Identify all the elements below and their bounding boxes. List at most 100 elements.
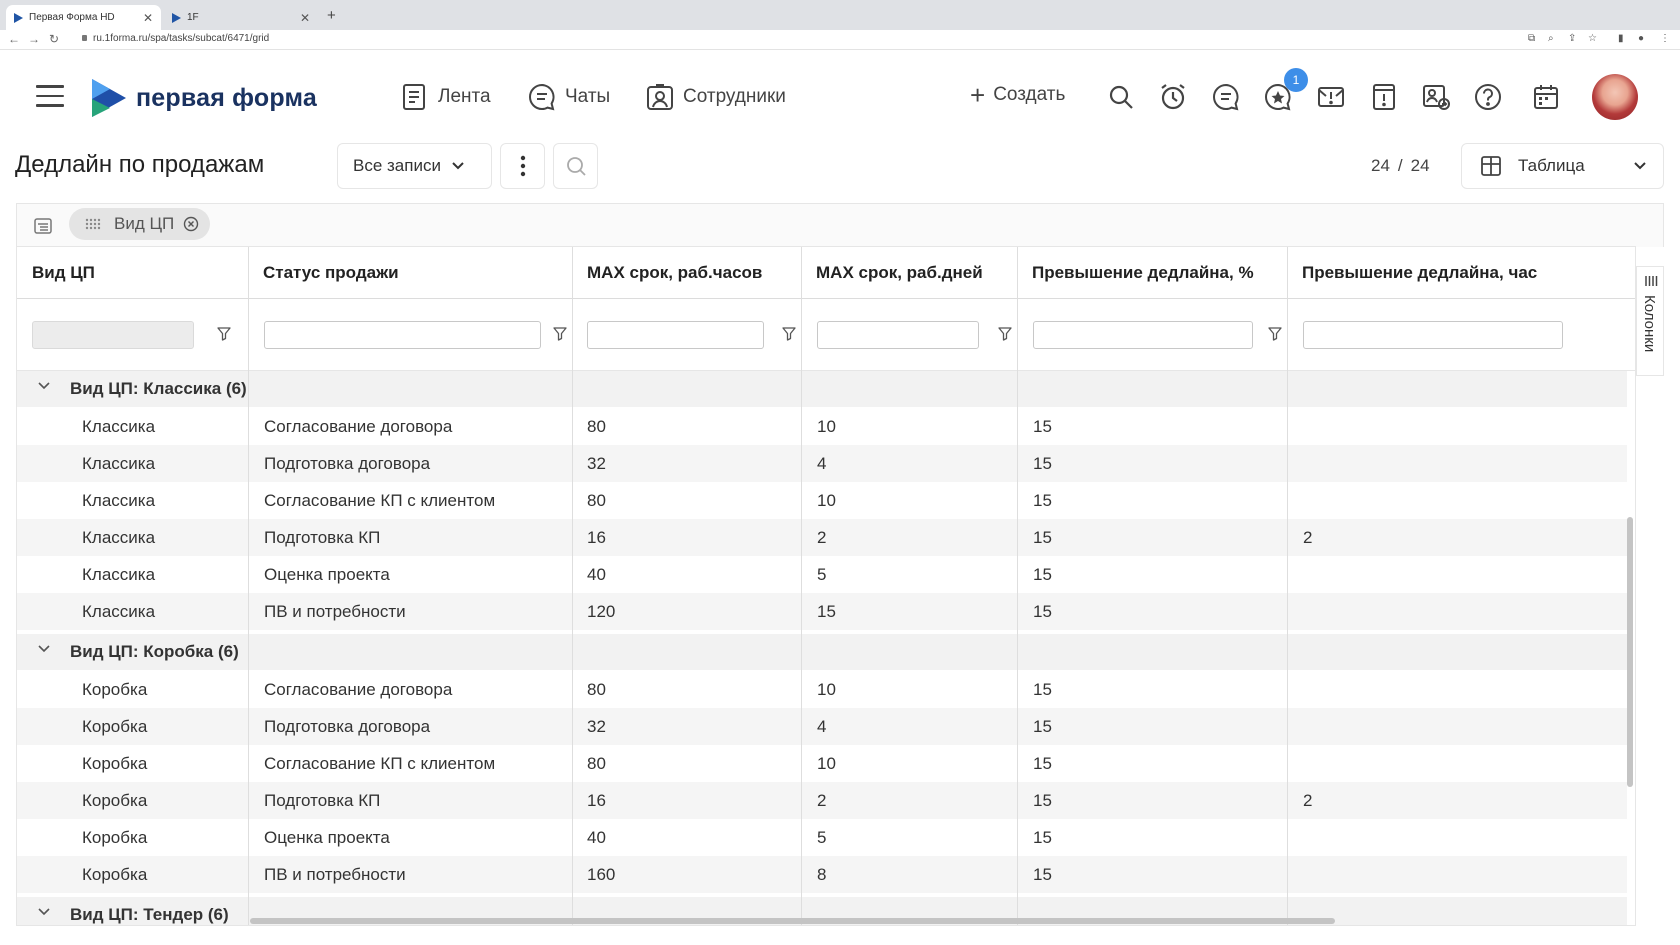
table-cell[interactable]: 8 [817, 856, 1012, 893]
table-cell[interactable]: Подготовка КП [264, 519, 564, 556]
profile-icon[interactable]: ● [1638, 33, 1644, 44]
new-tab-button[interactable]: + [327, 7, 336, 24]
menu-hamburger-icon[interactable] [36, 85, 64, 107]
bookmark-star-icon[interactable]: ☆ [1588, 33, 1597, 44]
table-cell[interactable]: 16 [587, 782, 792, 819]
browser-tab-inactive[interactable]: 1F ✕ [164, 5, 318, 30]
table-cell[interactable]: 80 [587, 408, 792, 445]
filter-input[interactable] [264, 321, 541, 349]
table-cell[interactable]: Классика [82, 408, 242, 445]
chevron-down-icon[interactable] [37, 379, 51, 393]
table-cell[interactable]: 15 [1033, 782, 1273, 819]
table-cell[interactable]: 15 [1033, 556, 1273, 593]
close-tab-icon[interactable]: ✕ [143, 11, 153, 25]
table-cell[interactable] [1303, 445, 1603, 482]
table-cell[interactable]: 10 [817, 482, 1012, 519]
column-header[interactable]: Превышение дедлайна, % [1017, 247, 1287, 299]
table-cell[interactable]: Оценка проекта [264, 556, 564, 593]
remove-circle-icon[interactable] [183, 216, 199, 232]
table-cell[interactable]: Согласование КП с клиентом [264, 482, 564, 519]
horizontal-scrollbar[interactable] [250, 918, 1335, 924]
table-cell[interactable]: 120 [587, 593, 792, 630]
table-cell[interactable]: Коробка [82, 745, 242, 782]
column-header[interactable]: MAX срок, раб.часов [572, 247, 801, 299]
column-header[interactable]: MAX срок, раб.дней [801, 247, 1017, 299]
table-row[interactable]: Классика ПВ и потребности 120 15 15 [17, 593, 1627, 630]
back-icon[interactable]: ← [8, 32, 20, 46]
table-row[interactable]: Классика Согласование КП с клиентом 80 10 15 [17, 482, 1627, 519]
table-cell[interactable]: Коробка [82, 782, 242, 819]
table-cell[interactable]: 15 [1033, 708, 1273, 745]
table-cell[interactable]: ПВ и потребности [264, 856, 564, 893]
nav-chats[interactable]: Чаты [527, 82, 610, 112]
alert-document-icon[interactable] [1369, 82, 1399, 112]
table-cell[interactable]: 15 [1033, 856, 1273, 893]
filter-input[interactable] [1303, 321, 1563, 349]
alarm-clock-icon[interactable] [1158, 82, 1188, 112]
nav-feed[interactable]: Лента [400, 82, 491, 112]
table-cell[interactable]: 32 [587, 445, 792, 482]
table-row[interactable]: Классика Оценка проекта 40 5 15 [17, 556, 1627, 593]
table-cell[interactable]: 2 [817, 782, 1012, 819]
table-cell[interactable]: 15 [1033, 519, 1273, 556]
mail-alert-icon[interactable] [1316, 82, 1346, 112]
nav-employees[interactable]: Сотрудники [645, 82, 786, 112]
table-cell[interactable] [1303, 819, 1603, 856]
table-cell[interactable]: 10 [817, 408, 1012, 445]
table-row[interactable]: Коробка Согласование договора 80 10 15 [17, 671, 1627, 708]
table-cell[interactable] [1303, 556, 1603, 593]
column-header[interactable]: Статус продажи [248, 247, 572, 299]
logo[interactable]: первая форма [90, 79, 317, 117]
close-tab-icon[interactable]: ✕ [300, 11, 310, 25]
filter-input[interactable] [1033, 321, 1253, 349]
table-cell[interactable]: 80 [587, 745, 792, 782]
grid-search-button[interactable] [553, 143, 598, 189]
table-cell[interactable] [1303, 482, 1603, 519]
table-cell[interactable]: 80 [587, 671, 792, 708]
table-cell[interactable]: Коробка [82, 671, 242, 708]
table-cell[interactable]: ПВ и потребности [264, 593, 564, 630]
table-row[interactable]: Коробка Подготовка КП 16 2 15 2 [17, 782, 1627, 819]
table-cell[interactable]: Согласование договора [264, 671, 564, 708]
filter-input[interactable] [587, 321, 764, 349]
table-cell[interactable]: Оценка проекта [264, 819, 564, 856]
drag-handle-icon[interactable] [85, 217, 101, 231]
table-cell[interactable]: Коробка [82, 856, 242, 893]
browser-menu-icon[interactable]: ⋮ [1660, 33, 1670, 44]
table-cell[interactable] [1303, 745, 1603, 782]
table-cell[interactable]: 15 [1033, 408, 1273, 445]
table-cell[interactable]: Подготовка договора [264, 708, 564, 745]
table-cell[interactable]: 4 [817, 708, 1012, 745]
table-cell[interactable] [1303, 856, 1603, 893]
group-chip[interactable]: Вид ЦП [69, 208, 210, 240]
share-icon[interactable]: ⇪ [1568, 33, 1576, 44]
table-row[interactable]: Коробка Подготовка договора 32 4 15 [17, 708, 1627, 745]
table-cell[interactable]: 15 [1033, 671, 1273, 708]
user-transfer-icon[interactable] [1421, 82, 1451, 112]
reload-icon[interactable]: ↻ [49, 32, 59, 46]
table-cell[interactable] [1303, 593, 1603, 630]
sidebar-icon[interactable]: ▮ [1618, 33, 1624, 44]
table-cell[interactable]: Подготовка КП [264, 782, 564, 819]
create-button[interactable]: + Создать [970, 82, 1065, 108]
table-cell[interactable]: Согласование договора [264, 408, 564, 445]
table-cell[interactable]: 16 [587, 519, 792, 556]
table-cell[interactable] [1303, 408, 1603, 445]
table-row[interactable]: Коробка Оценка проекта 40 5 15 [17, 819, 1627, 856]
table-cell[interactable]: 40 [587, 819, 792, 856]
open-external-icon[interactable]: ⧉ [1528, 33, 1535, 44]
table-cell[interactable]: 32 [587, 708, 792, 745]
table-row[interactable]: Классика Подготовка договора 32 4 15 [17, 445, 1627, 482]
table-cell[interactable]: 10 [817, 745, 1012, 782]
table-cell[interactable]: Классика [82, 519, 242, 556]
filter-funnel-icon[interactable] [997, 326, 1013, 342]
table-cell[interactable]: 15 [1033, 482, 1273, 519]
table-cell[interactable]: 2 [817, 519, 1012, 556]
column-header[interactable]: Вид ЦП [17, 247, 248, 299]
columns-side-panel[interactable]: Колонки [1636, 266, 1664, 376]
table-row[interactable]: Классика Подготовка КП 16 2 15 2 [17, 519, 1627, 556]
records-filter-select[interactable]: Все записи [337, 143, 492, 189]
table-cell[interactable]: 15 [817, 593, 1012, 630]
view-mode-select[interactable]: Таблица [1461, 143, 1664, 189]
table-cell[interactable]: 15 [1033, 819, 1273, 856]
